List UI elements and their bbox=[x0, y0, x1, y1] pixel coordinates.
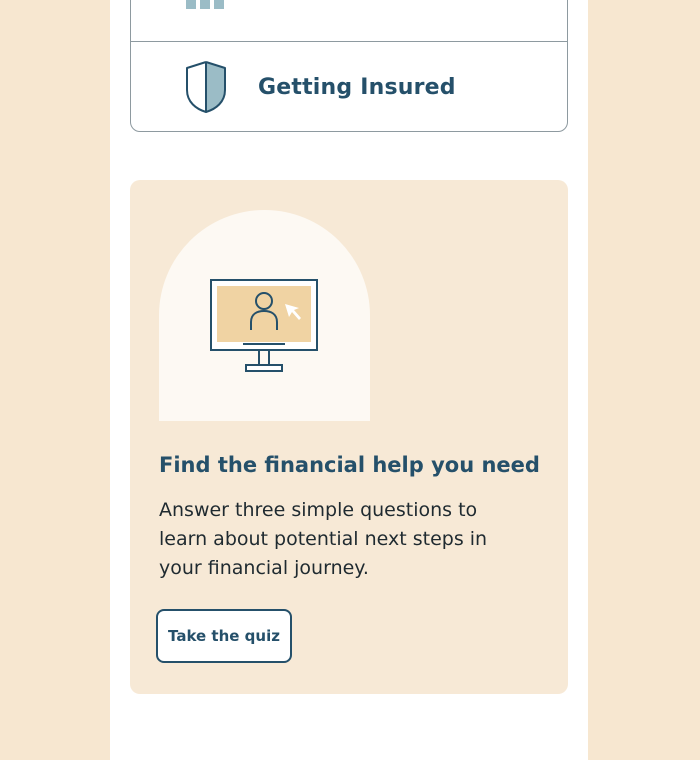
list-item-label: Getting Insured bbox=[258, 74, 456, 100]
quiz-title: Find the financial help you need bbox=[159, 453, 540, 477]
quiz-description: Answer three simple questions to learn a… bbox=[159, 499, 488, 579]
category-list: Getting Insured bbox=[130, 0, 568, 132]
illustration-background bbox=[159, 210, 370, 421]
list-item-getting-insured[interactable]: Getting Insured bbox=[131, 41, 567, 131]
take-quiz-button[interactable]: Take the quiz bbox=[156, 609, 292, 663]
shield-icon bbox=[186, 61, 226, 113]
bar-chart-icon bbox=[186, 0, 224, 9]
content-panel: Getting Insured Find the financial help … bbox=[110, 0, 588, 760]
monitor-user-icon bbox=[210, 279, 318, 372]
quiz-card: Find the financial help you need Answer … bbox=[130, 180, 568, 694]
list-item-budgeting[interactable] bbox=[131, 0, 567, 41]
